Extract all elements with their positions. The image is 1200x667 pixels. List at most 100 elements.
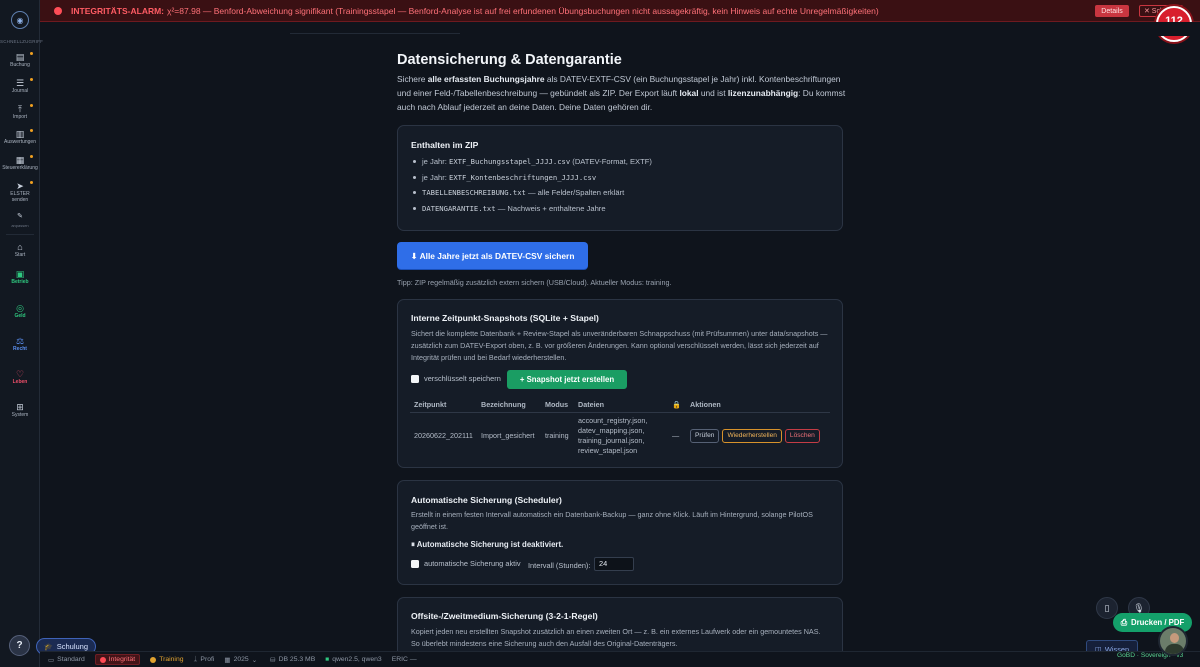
grid-icon: ⊞ bbox=[16, 402, 24, 412]
sidebar-item-buchung[interactable]: ▤ Buchung bbox=[0, 52, 40, 69]
table-row: 20260622_202111 Import_gesichert trainin… bbox=[410, 413, 830, 460]
export-datev-button[interactable]: ⬇ Alle Jahre jetzt als DATEV-CSV sichern bbox=[397, 242, 588, 269]
app-logo-icon[interactable]: ◉ bbox=[11, 11, 29, 29]
page-intro: Sichere alle erfassten Buchungsjahre als… bbox=[397, 74, 846, 112]
layout-icon: ▭ bbox=[48, 656, 55, 664]
scale-icon: ⚖ bbox=[15, 336, 25, 346]
sidebar-header: SCHNELLZUGRIFF bbox=[0, 39, 44, 44]
alarm-title: INTEGRITÄTS-ALARM: bbox=[71, 5, 165, 16]
column-header: Bezeichnung bbox=[477, 400, 541, 413]
lock-icon: 🔒 bbox=[668, 400, 686, 413]
upload-icon: ⤒ bbox=[18, 104, 22, 114]
interval-hours-input[interactable]: 24 bbox=[594, 557, 634, 571]
status-profi[interactable]: ᛣ Profi bbox=[194, 656, 215, 663]
column-header: Aktionen bbox=[686, 400, 830, 413]
status-eric: ERIC — bbox=[391, 656, 417, 663]
training-dot-icon bbox=[150, 656, 157, 663]
sidebar-item-steuererklaerung[interactable]: ▦ Steuererklärung bbox=[0, 155, 40, 172]
home-icon: ⌂ bbox=[17, 242, 23, 252]
new-indicator-dot bbox=[30, 78, 33, 81]
zip-contents-card: Enthalten im ZIP je Jahr: EXTF_Buchungss… bbox=[397, 125, 843, 231]
offsite-title: Offsite-/Zweitmedium-Sicherung (3-2-1-Re… bbox=[411, 611, 598, 621]
new-indicator-dot bbox=[30, 104, 33, 107]
column-header: Dateien bbox=[574, 400, 668, 413]
column-header: Zeitpunkt bbox=[410, 400, 477, 413]
microphone-icon: 🎙 bbox=[1133, 602, 1145, 613]
scheduler-description: Erstellt in einem festen Intervall autom… bbox=[411, 510, 813, 531]
sidebar-item-recht[interactable]: ⚖ Recht bbox=[0, 336, 40, 353]
delete-snapshot-button[interactable]: Löschen bbox=[784, 429, 820, 443]
scheduler-active-label[interactable]: automatische Sicherung aktiv bbox=[411, 559, 521, 569]
status-training[interactable]: Training bbox=[150, 656, 184, 663]
alarm-details-button[interactable]: Details bbox=[1095, 5, 1129, 17]
database-icon: ⛁ bbox=[270, 656, 276, 664]
sidebar-item-betrieb[interactable]: ▣ Betrieb bbox=[0, 269, 40, 286]
zip-file-list: je Jahr: EXTF_Buchungsstapel_JJJJ.csv (D… bbox=[412, 154, 652, 216]
sidebar-item-geld[interactable]: ◎ Geld bbox=[0, 303, 40, 320]
encrypt-checkbox[interactable] bbox=[411, 375, 419, 384]
snapshots-title: Interne Zeitpunkt-Snapshots (SQLite + St… bbox=[411, 313, 599, 323]
send-icon: ➤ bbox=[16, 181, 24, 191]
sidebar: ◉ SCHNELLZUGRIFF ▤ Buchung ☰ Journal ⤒ I… bbox=[0, 0, 44, 667]
list-item: DATENGARANTIE.txt — Nachweis + enthalten… bbox=[412, 201, 652, 217]
money-icon: ◎ bbox=[16, 303, 24, 313]
encrypt-checkbox-label[interactable]: verschlüsselt speichern bbox=[411, 374, 501, 384]
briefcase-icon: ▣ bbox=[15, 269, 25, 279]
top-subbar-line bbox=[290, 26, 460, 34]
restore-snapshot-button[interactable]: Wiederherstellen bbox=[722, 429, 782, 443]
scheduler-active-checkbox[interactable] bbox=[411, 560, 419, 569]
sidebar-item-auswertungen[interactable]: ▥ Auswertungen bbox=[0, 129, 40, 146]
scheduler-card: Automatische Sicherung (Scheduler) Erste… bbox=[397, 480, 843, 585]
sidebar-item-journal[interactable]: ☰ Journal bbox=[0, 78, 40, 95]
list-icon: ☰ bbox=[15, 78, 25, 88]
create-snapshot-button[interactable]: + Snapshot jetzt erstellen bbox=[507, 370, 627, 389]
snapshots-description: Sichert die komplette Datenbank + Review… bbox=[411, 329, 828, 362]
sidebar-item-import[interactable]: ⤒ Import bbox=[0, 104, 40, 121]
list-item: TABELLENBESCHREIBUNG.txt — alle Felder/S… bbox=[412, 185, 652, 201]
snapshot-files: account_registry.json, datev_mapping.jso… bbox=[578, 416, 648, 455]
chart-icon: ▥ bbox=[15, 129, 25, 139]
verify-snapshot-button[interactable]: Prüfen bbox=[690, 429, 720, 443]
column-header: Modus bbox=[541, 400, 574, 413]
status-bar: ▭ Standard Integrität Training ᛣ Profi ▦ 20… bbox=[40, 651, 1200, 667]
sidebar-item-system[interactable]: ⊞ System bbox=[0, 402, 40, 419]
zip-card-title: Enthalten im ZIP bbox=[411, 140, 479, 150]
top-subbar bbox=[40, 22, 1200, 36]
new-indicator-dot bbox=[30, 181, 33, 184]
interval-label: Intervall (Stunden): bbox=[528, 561, 591, 570]
new-indicator-dot bbox=[30, 129, 33, 132]
export-tip: Tipp: ZIP regelmäßig zusätzlich extern s… bbox=[397, 278, 672, 287]
status-integritaet[interactable]: Integrität bbox=[94, 654, 141, 665]
list-item: je Jahr: EXTF_Buchungsstapel_JJJJ.csv (D… bbox=[412, 154, 652, 170]
snapshots-table: Zeitpunkt Bezeichnung Modus Dateien 🔒 Ak… bbox=[410, 400, 830, 459]
alarm-dot-icon bbox=[54, 6, 62, 15]
status-standard[interactable]: ▭ Standard bbox=[48, 656, 85, 664]
chevron-down-icon: ⌄ bbox=[251, 656, 258, 664]
list-item: je Jahr: EXTF_Kontenbeschriftungen_JJJJ.… bbox=[412, 170, 652, 186]
table-header-row: Zeitpunkt Bezeichnung Modus Dateien 🔒 Ak… bbox=[410, 400, 830, 413]
document-icon: ▤ bbox=[15, 52, 25, 62]
sidebar-item-leben[interactable]: ♡ Leben bbox=[0, 369, 40, 386]
avatar[interactable] bbox=[1158, 626, 1188, 656]
scheduler-status: ⏸ Automatische Sicherung ist deaktiviert… bbox=[411, 540, 564, 549]
alarm-dot-icon bbox=[99, 656, 106, 663]
status-db-size: ⛁ DB 25.3 MB bbox=[270, 656, 316, 664]
sidebar-item-start[interactable]: ⌂ Start bbox=[0, 242, 40, 259]
help-button[interactable]: ? bbox=[9, 635, 30, 656]
alarm-message: χ²=87.98 — Benford-Abweichung signifikan… bbox=[167, 5, 879, 16]
new-indicator-dot bbox=[30, 52, 33, 55]
form-icon: ▦ bbox=[15, 155, 25, 165]
graduation-cap-icon: 🎓 bbox=[44, 643, 53, 651]
status-year[interactable]: ▦ 2025 ⌄ bbox=[224, 656, 260, 664]
avatar-head bbox=[1170, 633, 1179, 643]
document-icon: ▯ bbox=[1104, 602, 1110, 613]
sidebar-item-elster[interactable]: ➤ ELSTER senden bbox=[0, 181, 40, 203]
user-level-icon: ᛣ bbox=[193, 656, 198, 663]
offsite-description: Kopiert jeden neu erstellten Snapshot zu… bbox=[411, 627, 821, 648]
snapshots-card: Interne Zeitpunkt-Snapshots (SQLite + St… bbox=[397, 299, 843, 468]
printer-icon: ⎙ bbox=[1120, 617, 1127, 627]
sidebar-item-anpassen[interactable]: ✎ anpassen bbox=[0, 212, 40, 229]
scheduler-title: Automatische Sicherung (Scheduler) bbox=[411, 495, 562, 505]
status-models: ■ qwen2.5, qwen3 bbox=[325, 656, 382, 663]
sidebar-divider bbox=[6, 234, 34, 235]
